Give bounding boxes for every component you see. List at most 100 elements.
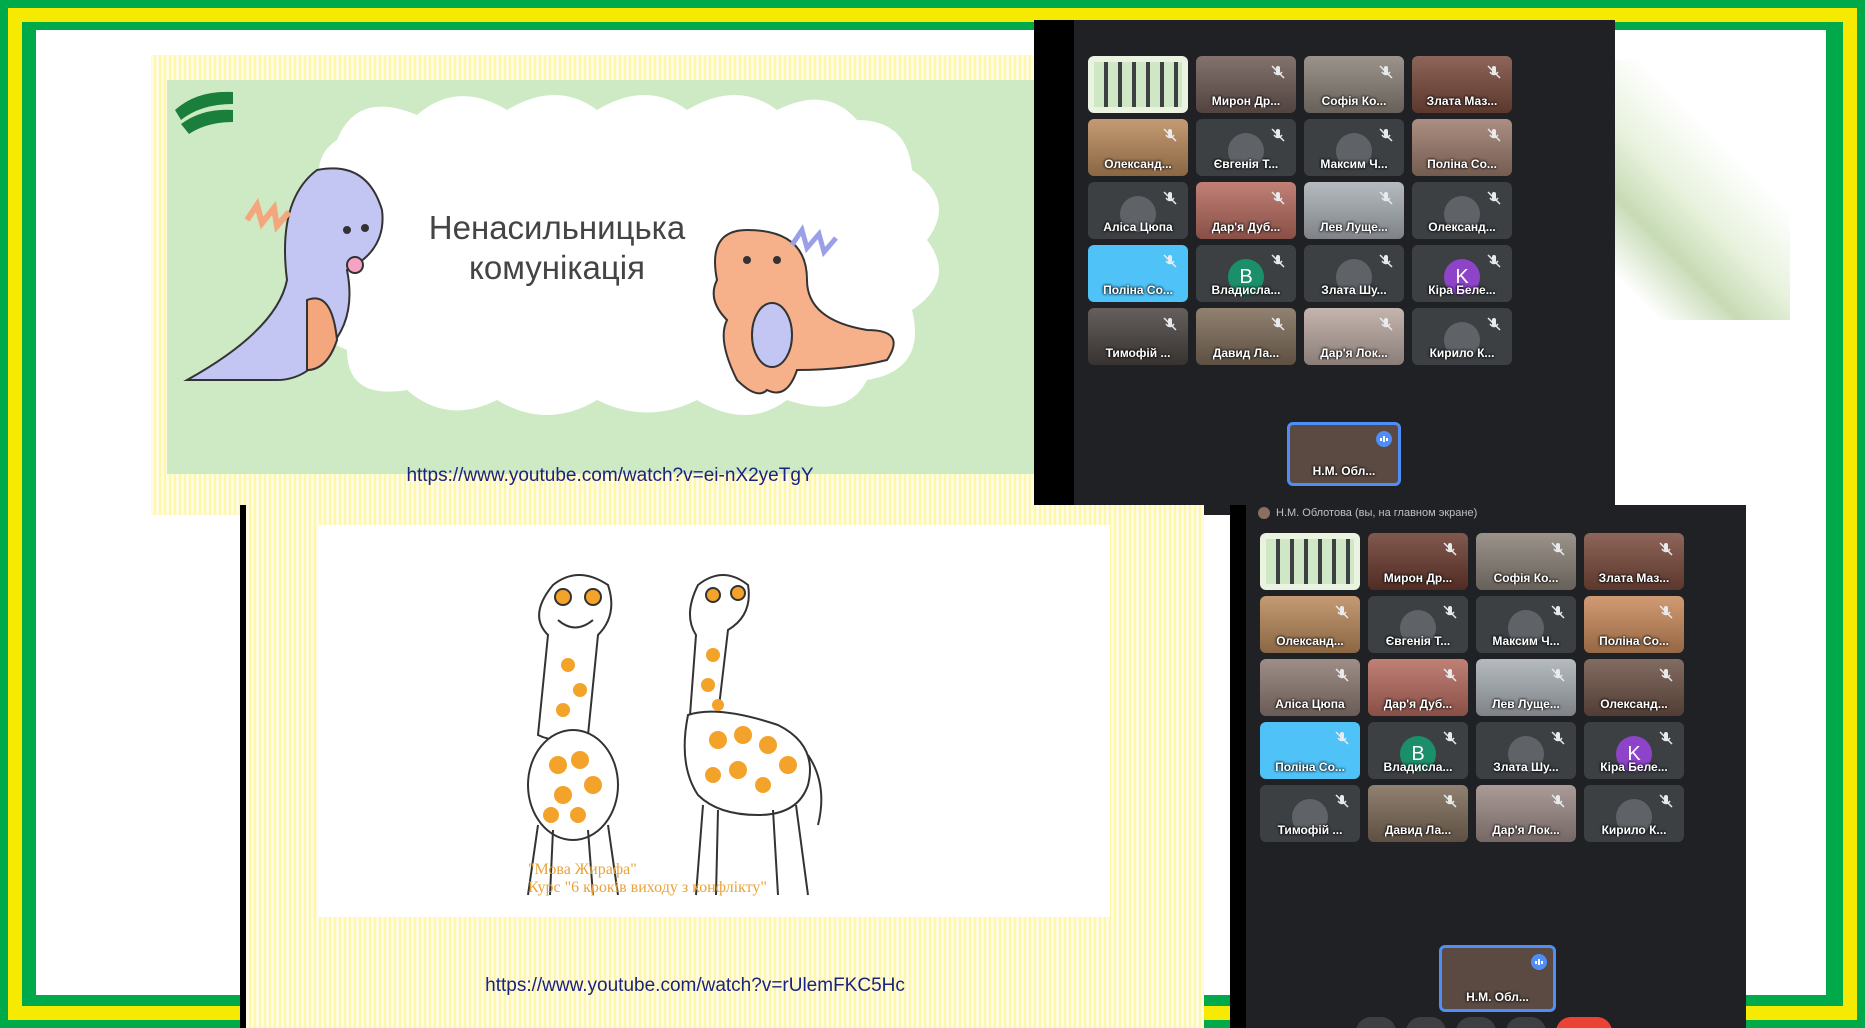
participant-tile[interactable]: Євгенія Т... xyxy=(1368,596,1468,653)
participant-name: Олександ... xyxy=(1104,157,1172,171)
mic-off-icon xyxy=(1443,731,1457,745)
participant-name: Олександ... xyxy=(1276,634,1344,648)
participant-name: Поліна Со... xyxy=(1427,157,1497,171)
participant-tile[interactable]: Олександ... xyxy=(1412,182,1512,239)
participant-tile[interactable]: Дар'я Дуб... xyxy=(1196,182,1296,239)
participant-tile[interactable]: Олександ... xyxy=(1088,119,1188,176)
participant-tile[interactable]: Тимофій ... xyxy=(1260,785,1360,842)
participant-name: Максим Ч... xyxy=(1320,157,1388,171)
participant-tile[interactable]: Злата Шу... xyxy=(1304,245,1404,302)
participant-tile[interactable]: Аліса Цюпа xyxy=(1088,182,1188,239)
slide-background: Ненасильницька комунікація https://www.y… xyxy=(36,20,1826,1028)
participant-tile[interactable]: Кирило К... xyxy=(1412,308,1512,365)
participant-name: Владисла... xyxy=(1211,283,1281,297)
youtube-link-bottom[interactable]: https://www.youtube.com/watch?v=rUlemFKC… xyxy=(216,975,1174,997)
raise-hand-button[interactable] xyxy=(1456,1017,1496,1028)
participant-tile[interactable]: Злата Шу... xyxy=(1476,722,1576,779)
mic-off-icon xyxy=(1379,317,1393,331)
participant-tile[interactable]: Поліна Со... xyxy=(1412,119,1512,176)
mic-off-icon xyxy=(1487,317,1501,331)
participant-name: Аліса Цюпа xyxy=(1103,220,1173,234)
header-avatar xyxy=(1258,507,1270,519)
youtube-link-top[interactable]: https://www.youtube.com/watch?v=ei-nX2ye… xyxy=(151,465,1069,487)
mic-off-icon xyxy=(1551,668,1565,682)
participant-tile[interactable]: Софія Ко... xyxy=(1476,533,1576,590)
participant-tile[interactable]: Давид Ла... xyxy=(1368,785,1468,842)
mic-off-icon xyxy=(1443,542,1457,556)
mic-off-icon xyxy=(1659,794,1673,808)
participant-tile[interactable]: Кирило К... xyxy=(1584,785,1684,842)
participant-tile[interactable]: Поліна Со... xyxy=(1088,245,1188,302)
participant-name: Лев Луще... xyxy=(1492,697,1560,711)
slide-giraffe-language: "Мова Жирафа" Курс "6 кроків виходу з ко… xyxy=(246,505,1204,1028)
participant-name: Софія Ко... xyxy=(1493,571,1559,585)
mic-off-icon xyxy=(1271,254,1285,268)
mic-button[interactable] xyxy=(1356,1017,1396,1028)
participant-tile[interactable]: Лев Луще... xyxy=(1476,659,1576,716)
mic-off-icon xyxy=(1659,605,1673,619)
participant-tile[interactable]: Мирон Др... xyxy=(1368,533,1468,590)
meet-grid-bottom: Н.М. Облотова (вы, на главном экране) Ми… xyxy=(1246,505,1746,1028)
more-options-button[interactable] xyxy=(1506,1017,1546,1028)
participant-tile[interactable]: Давид Ла... xyxy=(1196,308,1296,365)
mic-off-icon xyxy=(1487,65,1501,79)
participant-name: Владисла... xyxy=(1383,760,1453,774)
participant-tile[interactable]: Олександ... xyxy=(1260,596,1360,653)
participant-tile[interactable]: Поліна Со... xyxy=(1260,722,1360,779)
participant-tile[interactable]: Тимофій ... xyxy=(1088,308,1188,365)
giraffes-illustration xyxy=(527,574,823,896)
screen-share-thumbnail xyxy=(1094,62,1182,107)
meet-screenshot-bottom: Н.М. Облотова (вы, на главном экране) Ми… xyxy=(1230,505,1746,1028)
participant-tile[interactable]: Дар'я Лок... xyxy=(1476,785,1576,842)
mic-off-icon xyxy=(1163,191,1177,205)
mic-off-icon xyxy=(1487,254,1501,268)
mic-off-icon xyxy=(1379,128,1393,142)
participant-tile[interactable]: Мирон Др... xyxy=(1196,56,1296,113)
participant-tile[interactable] xyxy=(1088,56,1188,113)
participant-tile[interactable]: В Владисла... xyxy=(1196,245,1296,302)
presenter-tile-bottom[interactable]: Н.М. Обл... xyxy=(1439,945,1556,1012)
participant-tile[interactable]: Аліса Цюпа xyxy=(1260,659,1360,716)
participant-tile[interactable]: K Кіра Беле... xyxy=(1584,722,1684,779)
participant-tile[interactable]: В Владисла... xyxy=(1368,722,1468,779)
mic-off-icon xyxy=(1487,191,1501,205)
mic-off-icon xyxy=(1335,731,1349,745)
speaking-indicator-icon xyxy=(1531,954,1547,970)
participant-tile[interactable]: K Кіра Беле... xyxy=(1412,245,1512,302)
participant-name: Євгенія Т... xyxy=(1385,634,1451,648)
presenter-tile-top[interactable]: Н.М. Обл... xyxy=(1287,422,1401,486)
participant-tile[interactable]: Максим Ч... xyxy=(1476,596,1576,653)
mic-off-icon xyxy=(1551,542,1565,556)
camera-button[interactable] xyxy=(1406,1017,1446,1028)
participant-tile[interactable]: Дар'я Лок... xyxy=(1304,308,1404,365)
giraffe-caption-line2: Курс "6 кроків виходу з конфлікту" xyxy=(528,879,767,896)
participant-tile[interactable]: Олександ... xyxy=(1584,659,1684,716)
participant-tile[interactable]: Євгенія Т... xyxy=(1196,119,1296,176)
slide-title: Ненасильницька комунікація xyxy=(397,208,717,288)
participant-name: Давид Ла... xyxy=(1384,823,1452,837)
slide-title-line2: комунікація xyxy=(469,249,645,286)
participant-tile[interactable]: Дар'я Дуб... xyxy=(1368,659,1468,716)
participant-name: Поліна Со... xyxy=(1599,634,1669,648)
end-call-button[interactable] xyxy=(1556,1017,1612,1028)
mic-off-icon xyxy=(1271,128,1285,142)
mic-off-icon xyxy=(1551,605,1565,619)
participant-tile[interactable]: Максим Ч... xyxy=(1304,119,1404,176)
participant-name: Олександ... xyxy=(1428,220,1496,234)
participant-tile[interactable]: Злата Маз... xyxy=(1584,533,1684,590)
slide-title-line1: Ненасильницька xyxy=(428,209,686,246)
mic-off-icon xyxy=(1443,605,1457,619)
mic-off-icon xyxy=(1659,668,1673,682)
participant-tile[interactable]: Поліна Со... xyxy=(1584,596,1684,653)
participant-name: Кіра Беле... xyxy=(1600,760,1668,774)
participant-name: Мирон Др... xyxy=(1211,94,1281,108)
participant-name: Дар'я Дуб... xyxy=(1383,697,1453,711)
participant-tile[interactable]: Лев Луще... xyxy=(1304,182,1404,239)
participant-name: Мирон Др... xyxy=(1383,571,1453,585)
screen-share-thumbnail xyxy=(1266,539,1354,584)
participant-tile[interactable]: Софія Ко... xyxy=(1304,56,1404,113)
participant-tile[interactable]: Злата Маз... xyxy=(1412,56,1512,113)
participant-name: Тимофій ... xyxy=(1277,823,1343,837)
mic-off-icon xyxy=(1443,794,1457,808)
participant-tile[interactable] xyxy=(1260,533,1360,590)
